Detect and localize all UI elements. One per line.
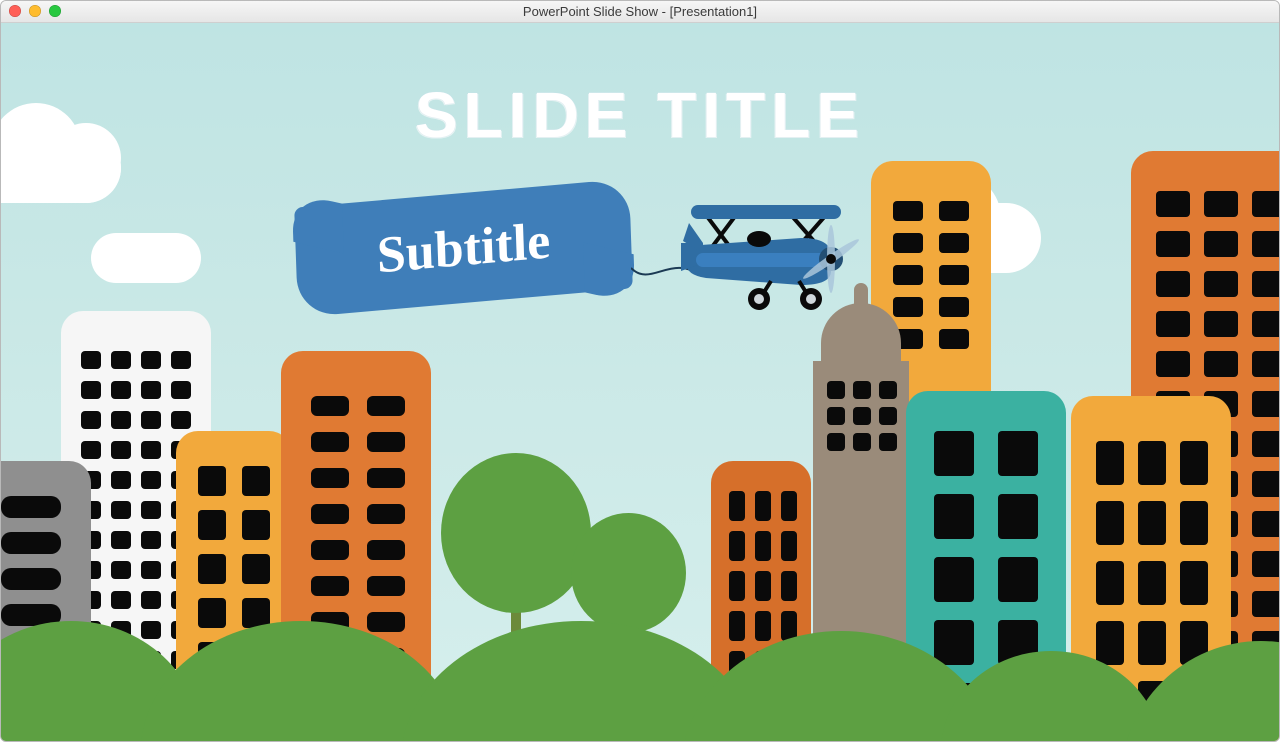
slide-subtitle: Subtitle	[376, 211, 551, 285]
minimize-window-button[interactable]	[29, 5, 41, 17]
subtitle-banner[interactable]: Subtitle	[294, 179, 633, 318]
close-window-button[interactable]	[9, 5, 21, 17]
building-spire-icon	[854, 283, 868, 308]
app-window: PowerPoint Slide Show - [Presentation1] …	[0, 0, 1280, 742]
tree-icon	[571, 513, 686, 633]
window-titlebar: PowerPoint Slide Show - [Presentation1]	[1, 1, 1279, 23]
biplane-icon	[681, 193, 861, 313]
window-title: PowerPoint Slide Show - [Presentation1]	[1, 4, 1279, 19]
tree-icon	[441, 453, 591, 613]
window-traffic-lights	[9, 5, 61, 17]
slide-title[interactable]: SLIDE TITLE	[1, 78, 1279, 152]
cloud-icon	[91, 233, 201, 283]
slide-canvas[interactable]: .c1::before{left:30px;top:-30px;width:90…	[1, 23, 1279, 741]
zoom-window-button[interactable]	[49, 5, 61, 17]
